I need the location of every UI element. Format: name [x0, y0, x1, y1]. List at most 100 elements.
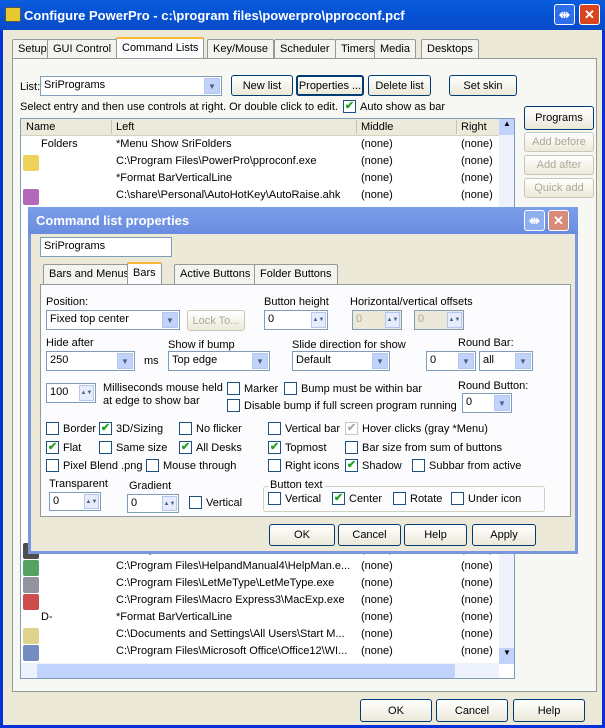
- pixel-blend-png-checkbox[interactable]: Pixel Blend .png: [46, 459, 143, 472]
- tab-key-mouse[interactable]: Key/Mouse: [207, 39, 275, 59]
- new-list-button[interactable]: New list: [231, 75, 293, 96]
- hover-clicks-gray-menu-checkbox[interactable]: ✔ Hover clicks (gray *Menu): [345, 422, 488, 435]
- border-checkbox[interactable]: Border: [46, 422, 96, 435]
- horizontal-scrollbar[interactable]: [21, 663, 499, 678]
- side-button-add-before[interactable]: Add before: [524, 132, 594, 152]
- checkbox-label: Center: [349, 492, 383, 505]
- table-row[interactable]: Folders *Menu Show SriFolders (none) (none): [21, 136, 493, 153]
- dialog-tab-bars-and-menus[interactable]: Bars and Menus: [43, 264, 136, 284]
- button-text-vertical-checkbox[interactable]: Vertical: [268, 492, 321, 505]
- table-row[interactable]: C:\Program Files\HelpandManual4\HelpMan.…: [21, 558, 493, 576]
- subbar-from-active-checkbox[interactable]: Subbar from active: [412, 459, 521, 472]
- cancel-button[interactable]: Cancel: [436, 699, 508, 722]
- transparent-input[interactable]: 0 ▲▼: [49, 492, 101, 511]
- side-button-quick-add[interactable]: Quick add: [524, 178, 594, 198]
- table-row[interactable]: C:\share\Personal\AutoHotKey\AutoRaise.a…: [21, 187, 493, 205]
- dialog-tab-active-buttons[interactable]: Active Buttons: [174, 264, 257, 284]
- marker-checkbox[interactable]: Marker: [227, 382, 278, 395]
- ok-button[interactable]: OK: [360, 699, 432, 722]
- properties-button[interactable]: Properties ...: [296, 75, 364, 96]
- main-tabs: Setup GUI Control Command Lists Key/Mouse Sc…: [12, 37, 482, 60]
- table-row[interactable]: C:\Program Files\Macro Express3\MacExp.e…: [21, 592, 493, 610]
- button-text-center-checkbox[interactable]: ✔ Center: [332, 492, 382, 505]
- hide-after-select[interactable]: 250 ▼: [46, 351, 135, 371]
- delete-list-button[interactable]: Delete list: [368, 75, 431, 96]
- dialog-cancel-button[interactable]: Cancel: [338, 524, 401, 546]
- auto-show-checkbox[interactable]: ✔ Auto show as bar: [343, 100, 445, 113]
- slide-direction-select[interactable]: Default ▼: [292, 351, 390, 371]
- flat-checkbox[interactable]: ✔ Flat: [46, 441, 81, 454]
- table-row[interactable]: C:\Documents and Settings\All Users\Star…: [21, 626, 493, 644]
- tab-desktops[interactable]: Desktops: [421, 39, 479, 59]
- horizontal-offset-input[interactable]: 0 ▲▼: [352, 310, 402, 330]
- same-size-checkbox[interactable]: Same size: [99, 441, 167, 454]
- checkbox-box: [412, 459, 425, 472]
- checkbox-box: ✔: [99, 422, 112, 435]
- scroll-down-icon[interactable]: ▼: [499, 648, 514, 664]
- 3d-sizing-checkbox[interactable]: ✔ 3D/Sizing: [99, 422, 163, 435]
- dialog-pin-button[interactable]: ⇹: [524, 210, 545, 231]
- right-icons-checkbox[interactable]: Right icons: [268, 459, 339, 472]
- no-flicker-checkbox[interactable]: No flicker: [179, 422, 242, 435]
- shadow-checkbox[interactable]: ✔ Shadow: [345, 459, 402, 472]
- dialog-help-button[interactable]: Help: [404, 524, 467, 546]
- bar-size-from-sum-of-buttons-checkbox[interactable]: Bar size from sum of buttons: [345, 441, 502, 454]
- command-list-properties-dialog: Command list properties ⇹ ✕ SriPrograms …: [28, 207, 578, 554]
- dialog-ok-button[interactable]: OK: [269, 524, 335, 546]
- scroll-thumb[interactable]: [37, 664, 455, 678]
- round-bar-select[interactable]: 0 ▼: [426, 351, 476, 371]
- mouse-through-checkbox[interactable]: Mouse through: [146, 459, 236, 472]
- cell-right: (none): [461, 560, 493, 572]
- dialog-close-button[interactable]: ✕: [548, 210, 569, 231]
- set-skin-button[interactable]: Set skin: [449, 75, 517, 96]
- dialog-tab-bars[interactable]: Bars: [127, 262, 162, 285]
- bump-must-be-within-bar-checkbox[interactable]: Bump must be within bar: [284, 382, 422, 395]
- vertical-checkbox[interactable]: Vertical: [189, 496, 242, 509]
- tab-command-lists[interactable]: Command Lists: [116, 37, 205, 60]
- list-name-input[interactable]: SriPrograms: [40, 237, 172, 257]
- cell-middle: (none): [361, 560, 393, 572]
- position-select[interactable]: Fixed top center ▼: [46, 310, 180, 330]
- column-header-name[interactable]: Name: [26, 121, 55, 133]
- pin-button[interactable]: ⇹: [554, 4, 575, 25]
- lock-to-button[interactable]: Lock To...: [187, 310, 245, 331]
- column-header-middle[interactable]: Middle: [361, 121, 393, 133]
- scroll-up-icon[interactable]: ▲: [499, 119, 514, 135]
- round-bar-scope-select[interactable]: all ▼: [479, 351, 533, 371]
- powerpro-icon: [23, 155, 39, 171]
- close-button[interactable]: ✕: [579, 4, 600, 25]
- dialog-apply-button[interactable]: Apply: [472, 524, 536, 546]
- column-header-right[interactable]: Right: [461, 121, 487, 133]
- tab-gui-control[interactable]: GUI Control: [47, 39, 118, 59]
- table-row[interactable]: C:\Program Files\PowerPro\pproconf.exe (n…: [21, 153, 493, 171]
- button-text-under-icon-checkbox[interactable]: Under icon: [451, 492, 521, 505]
- show-bump-select[interactable]: Top edge ▼: [168, 351, 270, 371]
- side-button-programs[interactable]: Programs: [524, 106, 594, 130]
- button-height-input[interactable]: 0 ▲▼: [264, 310, 328, 330]
- mouse-held-input[interactable]: 100 ▲▼: [46, 383, 96, 403]
- disable-bump-if-full-screen-program-running-checkbox[interactable]: Disable bump if full screen program runn…: [227, 399, 457, 412]
- table-row[interactable]: C:\Program Files\Microsoft Office\Office…: [21, 643, 493, 661]
- table-row[interactable]: D- *Format BarVerticalLine (none) (none): [21, 609, 493, 626]
- side-button-add-after[interactable]: Add after: [524, 155, 594, 175]
- list-select[interactable]: SriPrograms ▼: [40, 76, 222, 96]
- column-header-left[interactable]: Left: [116, 121, 134, 133]
- list-header: Name Left Middle Right: [21, 119, 499, 136]
- checkbox-box: [393, 492, 406, 505]
- table-row[interactable]: *Format BarVerticalLine (none) (none): [21, 170, 493, 187]
- vertical-bar-checkbox[interactable]: Vertical bar: [268, 422, 340, 435]
- gradient-input[interactable]: 0 ▲▼: [127, 494, 179, 513]
- help-button[interactable]: Help: [513, 699, 585, 722]
- cell-right: (none): [461, 189, 493, 201]
- dialog-tabs: Bars and Menus Bars Active Buttons Folder B…: [43, 262, 443, 285]
- dialog-tab-folder-buttons[interactable]: Folder Buttons: [254, 264, 338, 284]
- all-desks-checkbox[interactable]: ✔ All Desks: [179, 441, 242, 454]
- tab-scheduler[interactable]: Scheduler: [274, 39, 336, 59]
- table-row[interactable]: C:\Program Files\LetMeType\LetMeType.exe…: [21, 575, 493, 593]
- round-button-select[interactable]: 0 ▼: [462, 393, 512, 413]
- checkbox-label: Shadow: [362, 459, 402, 472]
- button-text-rotate-checkbox[interactable]: Rotate: [393, 492, 442, 505]
- topmost-checkbox[interactable]: ✔ Topmost: [268, 441, 327, 454]
- vertical-offset-input[interactable]: 0 ▲▼: [414, 310, 464, 330]
- tab-media[interactable]: Media: [374, 39, 416, 59]
